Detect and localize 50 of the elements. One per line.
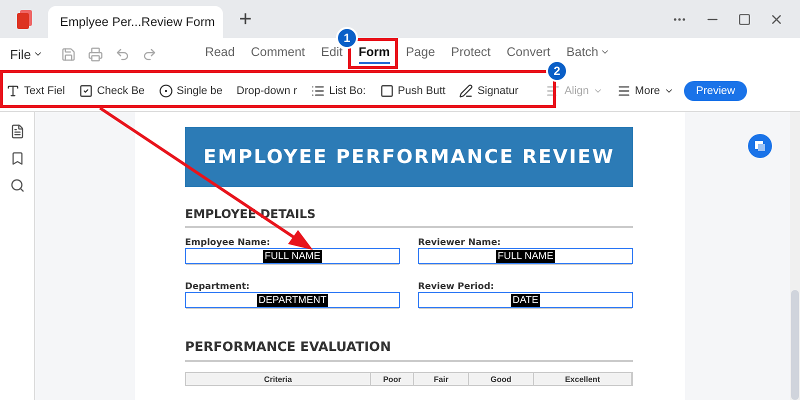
- input-field[interactable]: DEPARTMENT: [185, 292, 400, 308]
- search-icon[interactable]: [10, 178, 24, 193]
- input-field[interactable]: DATE: [418, 292, 633, 308]
- step-badge: 2: [546, 60, 568, 82]
- bookmark-icon[interactable]: [10, 151, 24, 166]
- form-tool-button[interactable]: List Bo:: [311, 84, 366, 98]
- menu-tab[interactable]: Comment: [250, 44, 306, 64]
- document-title: EMPLOYEE PERFORMANCE REVIEW: [185, 127, 633, 187]
- menu-tab[interactable]: Read: [204, 44, 235, 64]
- thumbnails-icon[interactable]: [10, 124, 24, 139]
- input-field[interactable]: FULL NAME: [185, 248, 400, 264]
- menu-tab[interactable]: Batch: [566, 44, 610, 64]
- file-menu[interactable]: File: [10, 46, 43, 62]
- form-tool-button[interactable]: Text Fiel: [6, 84, 65, 98]
- new-tab-button[interactable]: +: [239, 6, 252, 32]
- document-tab[interactable]: Emplyee Per...Review Form: [48, 6, 223, 38]
- list-icon: [311, 84, 326, 98]
- align-icon: [546, 84, 560, 98]
- menu-tab[interactable]: Form: [358, 44, 390, 64]
- field-label: Employee Name:: [185, 238, 272, 248]
- table-header: Good: [468, 373, 534, 385]
- menu-tab[interactable]: Page: [406, 44, 436, 64]
- section-heading: PERFORMANCE EVALUATION: [185, 340, 633, 362]
- form-tool-button[interactable]: Check Bе: [78, 84, 145, 98]
- text-field-icon: [6, 84, 20, 98]
- form-tool-button[interactable]: Drop-down r: [236, 84, 298, 96]
- scrollbar-thumb[interactable]: [791, 290, 799, 400]
- table-header: Criteria: [186, 373, 371, 385]
- field-label: Reviewer Name:: [418, 238, 502, 248]
- field-label: Department:: [185, 282, 251, 292]
- preview-button[interactable]: Preview: [684, 80, 748, 100]
- radio-icon: [158, 84, 173, 98]
- field-label: Review Period:: [418, 282, 495, 292]
- table-header: Fair: [414, 373, 469, 385]
- document-icon: [754, 140, 766, 152]
- push-button-icon: [380, 84, 394, 98]
- table-header: Excellent: [534, 373, 632, 385]
- pen-icon: [459, 84, 474, 98]
- form-tool-button[interactable]: Signatur: [459, 84, 518, 98]
- form-tool-button[interactable]: Push Butt: [380, 84, 446, 98]
- table-header: Poor: [370, 373, 414, 385]
- word-convert-button[interactable]: [748, 134, 772, 158]
- checkbox-icon: [78, 84, 93, 98]
- form-tool-button[interactable]: Single bе: [158, 84, 223, 98]
- menu-tab[interactable]: Protect: [451, 44, 491, 64]
- menu-icon: [616, 84, 631, 98]
- input-field[interactable]: FULL NAME: [418, 248, 633, 264]
- section-heading: EMPLOYEE DETAILS: [185, 207, 633, 228]
- maximize-icon[interactable]: [738, 12, 751, 26]
- more-button[interactable]: More: [616, 84, 674, 98]
